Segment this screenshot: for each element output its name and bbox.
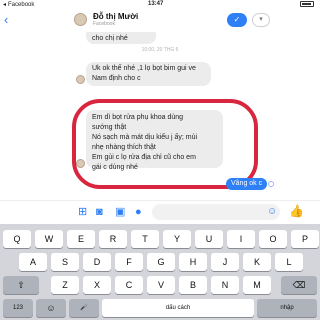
key-row1-5[interactable]: Y (163, 230, 191, 248)
key-row3-1[interactable]: X (83, 276, 111, 294)
key-shift[interactable]: ⇧ (3, 276, 39, 294)
key-return[interactable]: nhập (257, 299, 317, 317)
emoji-icon[interactable]: ☺ (267, 206, 277, 217)
key-row3-5[interactable]: N (211, 276, 239, 294)
key-row1-6[interactable]: U (195, 230, 223, 248)
back-button[interactable]: ‹ (4, 13, 8, 26)
key-row2-7[interactable]: K (243, 253, 271, 271)
key-row2-0[interactable]: A (19, 253, 47, 271)
key-row2-8[interactable]: L (275, 253, 303, 271)
conversation[interactable]: cho chị nhé 10:00, 20 THG 6 Uk ok thế nh… (0, 32, 320, 200)
battery-icon (300, 1, 314, 9)
red-circle-annotation (72, 99, 258, 189)
key-row2-6[interactable]: J (211, 253, 239, 271)
message-bubble-in[interactable]: cho chị nhé (86, 32, 156, 44)
contact-name[interactable]: Đỗ thị Mười (93, 12, 138, 21)
key-row1-9[interactable]: P (291, 230, 319, 248)
camera-icon[interactable]: ◙ (96, 206, 103, 218)
key-space[interactable]: dấu cách (102, 299, 254, 317)
contact-subtitle: Facebook (93, 21, 115, 27)
key-row2-3[interactable]: F (115, 253, 143, 271)
key-row1-7[interactable]: I (227, 230, 255, 248)
keyboard: Q W E R T Y U I O P A S D F G H J K L ⇧ Z X C V B N M ⌫ 123 ☺ 🎤 dấu các… (0, 224, 320, 320)
action-check-button[interactable]: ✓ (227, 13, 247, 27)
status-bar: ◂ Facebook 13:47 (0, 0, 320, 9)
image-icon[interactable]: ▣ (115, 206, 125, 218)
message-bubble-in[interactable]: Uk ok thế nhé ,1 lọ bọt bim gui ve Nam đ… (86, 62, 211, 86)
sender-avatar (76, 75, 85, 84)
key-row1-3[interactable]: R (99, 230, 127, 248)
key-row3-4[interactable]: B (179, 276, 207, 294)
like-icon[interactable]: 👍 (289, 204, 304, 218)
status-time: 13:47 (148, 1, 164, 7)
key-emoji[interactable]: ☺ (36, 299, 66, 317)
key-delete[interactable]: ⌫ (281, 276, 317, 294)
message-bubble-out[interactable]: Vâng ok c (226, 178, 268, 190)
action-menu-button[interactable]: ▾ (252, 13, 270, 27)
messenger-screen: ◂ Facebook 13:47 ‹ Đỗ thị Mười Facebook … (0, 0, 320, 320)
key-numbers[interactable]: 123 (3, 299, 33, 317)
key-row3-6[interactable]: M (243, 276, 271, 294)
key-row3-2[interactable]: C (115, 276, 143, 294)
key-row1-0[interactable]: Q (3, 230, 31, 248)
key-row3-0[interactable]: Z (51, 276, 79, 294)
key-row1-2[interactable]: E (67, 230, 95, 248)
key-row2-2[interactable]: D (83, 253, 111, 271)
key-row3-3[interactable]: V (147, 276, 175, 294)
message-composer: ⊞ ◙ ▣ ● ☺ 👍 (0, 200, 320, 224)
key-row2-4[interactable]: G (147, 253, 175, 271)
back-arrow-icon: ◂ (3, 2, 7, 8)
message-input[interactable] (152, 204, 280, 220)
key-row1-4[interactable]: T (131, 230, 159, 248)
status-back-app[interactable]: ◂ Facebook (3, 1, 35, 9)
key-row1-8[interactable]: O (259, 230, 287, 248)
sent-check-icon (268, 181, 274, 187)
key-row2-1[interactable]: S (51, 253, 79, 271)
chat-header: ‹ Đỗ thị Mười Facebook ✓ ▾ (0, 9, 320, 32)
contact-avatar[interactable] (74, 13, 87, 26)
key-mic[interactable]: 🎤 (69, 299, 99, 317)
status-back-app-label: Facebook (8, 1, 35, 8)
grid-icon[interactable]: ⊞ (78, 206, 87, 218)
key-row2-5[interactable]: H (179, 253, 207, 271)
key-row1-1[interactable]: W (35, 230, 63, 248)
message-timestamp: 10:00, 20 THG 6 (141, 47, 179, 53)
mic-icon[interactable]: ● (135, 206, 142, 218)
